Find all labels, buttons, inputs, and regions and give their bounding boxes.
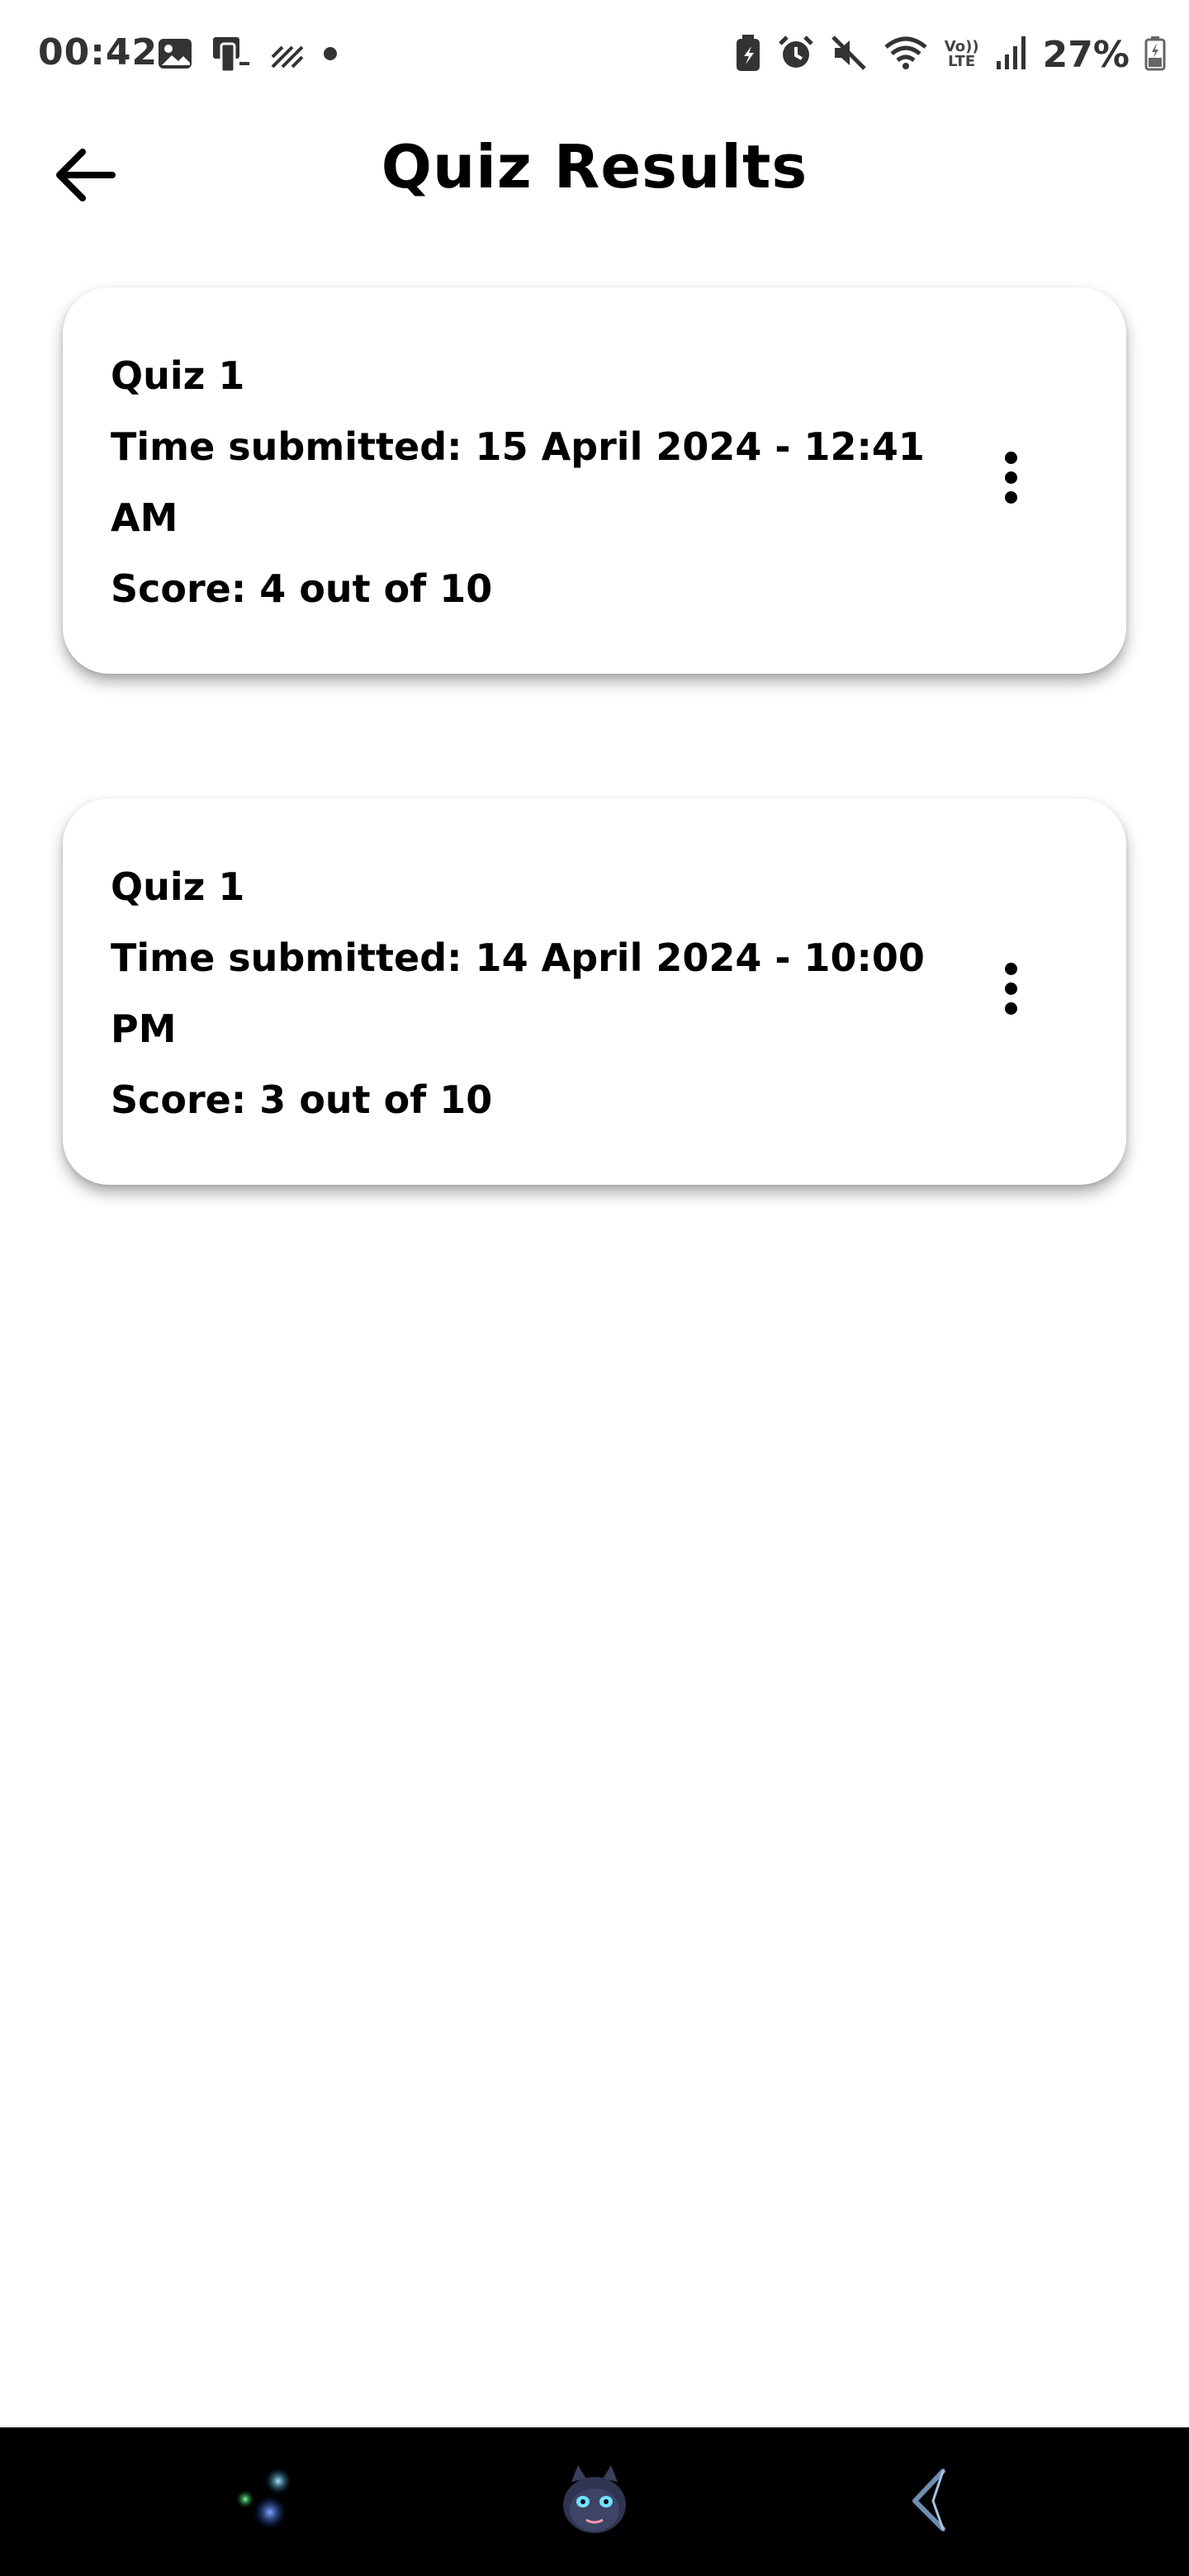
cast-device-icon: [210, 34, 253, 77]
quiz-result-card[interactable]: Quiz 1 Time submitted: 14 April 2024 - 1…: [63, 798, 1126, 1185]
battery-charging-icon: [1144, 35, 1166, 74]
nav-assistant-button[interactable]: [223, 2460, 306, 2543]
quiz-name: Quiz 1: [111, 353, 245, 398]
quiz-result-details: Quiz 1 Time submitted: 15 April 2024 - 1…: [111, 340, 936, 624]
quiz-result-details: Quiz 1 Time submitted: 14 April 2024 - 1…: [111, 851, 936, 1135]
more-vertical-icon-dot: [1004, 471, 1017, 484]
more-vertical-icon: [1004, 962, 1017, 975]
alarm-icon: [777, 34, 815, 75]
battery-percent: 27%: [1042, 33, 1130, 76]
quiz-results-screen: 00:42 Vo)) LTE 27% Quiz Results Quiz 1 T…: [0, 0, 1189, 2576]
nav-back-button[interactable]: [888, 2460, 971, 2543]
status-right-icons: Vo)) LTE 27%: [734, 31, 1166, 78]
time-submitted-suffix: PM: [111, 1006, 177, 1051]
volte-lte-icon: Vo)) LTE: [944, 38, 979, 70]
notification-dot-icon: [322, 45, 339, 65]
app-header: Quiz Results: [0, 116, 1189, 223]
assistant-dots-icon: [227, 2463, 301, 2540]
quiz-name: Quiz 1: [111, 864, 245, 909]
navigation-bar: [0, 2427, 1189, 2576]
signal-icon: [995, 35, 1028, 74]
page-title: Quiz Results: [381, 132, 808, 201]
more-vertical-icon-dot: [1004, 982, 1017, 995]
quiz-score: Score: 4 out of 10: [111, 566, 493, 611]
more-options-button[interactable]: [986, 436, 1035, 519]
status-left-icons: [157, 35, 339, 76]
more-options-button[interactable]: [986, 947, 1035, 1030]
more-vertical-icon: [1004, 451, 1017, 464]
mute-icon: [830, 34, 868, 75]
dragon-avatar-icon: [553, 2459, 636, 2545]
time-submitted: Time submitted: 14 April 2024 - 10:00: [111, 935, 925, 980]
battery-saver-icon: [734, 33, 762, 76]
nav-home-button[interactable]: [553, 2460, 636, 2543]
quiz-result-card[interactable]: Quiz 1 Time submitted: 15 April 2024 - 1…: [63, 287, 1126, 674]
quiz-score: Score: 3 out of 10: [111, 1077, 493, 1122]
more-vertical-icon-dot: [1004, 490, 1017, 504]
gallery-icon: [157, 36, 193, 75]
wifi-icon: [883, 34, 929, 75]
back-gesture-icon: [897, 2463, 963, 2540]
time-submitted-suffix: AM: [111, 495, 178, 540]
stripes-icon: [269, 37, 306, 73]
status-bar: 00:42 Vo)) LTE 27%: [0, 0, 1189, 109]
status-time: 00:42: [38, 31, 159, 73]
time-submitted: Time submitted: 15 April 2024 - 12:41: [111, 424, 925, 469]
more-vertical-icon-dot: [1004, 1002, 1017, 1015]
